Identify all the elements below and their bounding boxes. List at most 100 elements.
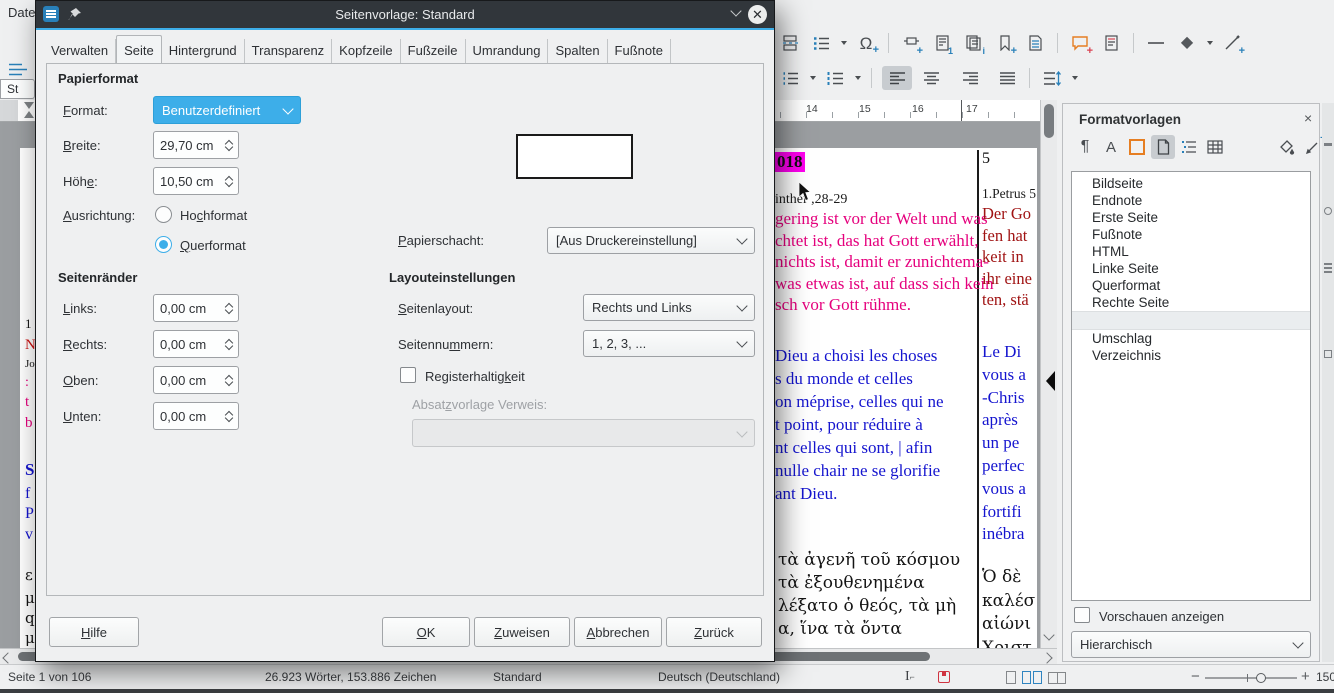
ruler-margin-marker[interactable] xyxy=(961,100,962,121)
single-page-view-icon[interactable] xyxy=(1006,671,1016,684)
format-select[interactable]: Benutzerdefiniert xyxy=(153,96,301,124)
align-left-icon[interactable] xyxy=(882,66,912,90)
zoom-out-icon[interactable]: − xyxy=(1191,668,1200,685)
links-input[interactable]: 0,00 cm xyxy=(153,294,239,322)
line-spacing-icon[interactable] xyxy=(1040,66,1064,90)
insert-field-icon[interactable] xyxy=(1023,31,1047,55)
book-view-icon[interactable] xyxy=(1048,672,1066,684)
dialog-titlebar[interactable]: Seitenvorlage: Standard ✕ xyxy=(36,1,774,28)
tab-spalten[interactable]: Spalten xyxy=(548,39,607,63)
special-character-icon[interactable]: Ω + xyxy=(854,31,878,55)
numbered-list-dropdown-arrow[interactable] xyxy=(855,76,861,80)
registerhaltigkeit-checkbox[interactable] xyxy=(400,367,416,383)
bullet-list-dropdown-arrow[interactable] xyxy=(810,76,816,80)
line-spacing-dropdown-arrow[interactable] xyxy=(1072,76,1078,80)
insert-comment-icon[interactable]: + xyxy=(1068,31,1092,55)
paragraph-styles-icon[interactable]: ¶ xyxy=(1073,135,1097,159)
style-item[interactable]: Querformat xyxy=(1072,277,1310,294)
sidebar-tab-icon[interactable] xyxy=(1324,207,1332,215)
justify-icon[interactable] xyxy=(995,66,1019,90)
tab-hintergrund[interactable]: Hintergrund xyxy=(162,39,245,63)
style-item[interactable]: Fußnote xyxy=(1072,226,1310,243)
freehand-line-icon[interactable]: + xyxy=(1220,31,1244,55)
unten-input[interactable]: 0,00 cm xyxy=(153,402,239,430)
paragraph-style-selector[interactable]: St xyxy=(0,79,35,99)
insert-bookmark-icon[interactable]: + xyxy=(992,31,1016,55)
tab-verwalten[interactable]: Verwalten xyxy=(44,39,116,63)
hoehe-input[interactable]: 10,50 cm xyxy=(153,167,239,195)
character-styles-icon[interactable]: A xyxy=(1099,135,1123,159)
tab-kopfzeile[interactable]: Kopfzeile xyxy=(332,39,400,63)
scroll-right-icon[interactable] xyxy=(1041,652,1052,663)
oben-input[interactable]: 0,00 cm xyxy=(153,366,239,394)
ok-button[interactable]: OK xyxy=(382,617,470,647)
panel-close-icon[interactable]: × xyxy=(1304,110,1312,126)
tab-fusszeile[interactable]: Fußzeile xyxy=(401,39,466,63)
page-styles-icon[interactable] xyxy=(1151,135,1175,159)
querformat-label[interactable]: Querformat xyxy=(180,238,246,253)
insert-footnote-icon[interactable]: 1 xyxy=(930,31,954,55)
bullet-list-icon[interactable] xyxy=(778,66,802,90)
sidebar-tab-icon[interactable] xyxy=(1324,350,1332,358)
style-item-selected[interactable] xyxy=(1072,311,1310,330)
style-item[interactable]: Verzeichnis xyxy=(1072,347,1310,364)
tab-transparenz[interactable]: Transparenz xyxy=(245,39,333,63)
table-styles-icon[interactable] xyxy=(1203,135,1227,159)
registerhaltigkeit-label[interactable]: Registerhaltigkeit xyxy=(425,369,525,384)
list-styles-dropdown-arrow[interactable] xyxy=(841,41,847,45)
fill-format-mode-icon[interactable] xyxy=(1275,135,1299,159)
statusbar-pagestyle[interactable]: Standard xyxy=(493,670,542,684)
multi-page-view-icon2[interactable] xyxy=(1033,671,1042,684)
list-styles-icon[interactable] xyxy=(809,31,833,55)
basic-shapes-icon[interactable]: ◆ xyxy=(1175,31,1199,55)
selection-mode-icon[interactable]: I⌐ xyxy=(905,669,915,685)
style-filter-select[interactable]: Hierarchisch xyxy=(1071,631,1311,658)
scroll-left-icon[interactable] xyxy=(2,652,13,663)
indent-marker-icon[interactable] xyxy=(24,102,34,109)
statusbar-language[interactable]: Deutsch (Deutschland) xyxy=(658,670,780,684)
tab-fussnote[interactable]: Fußnote xyxy=(608,39,671,63)
style-item[interactable]: Endnote xyxy=(1072,192,1310,209)
zoom-slider-track[interactable] xyxy=(1205,677,1297,679)
sidebar-tab-icon[interactable] xyxy=(1324,143,1332,146)
indent-marker-icon[interactable] xyxy=(24,111,34,118)
seitenlayout-select[interactable]: Rechts und Links xyxy=(583,294,755,321)
hochformat-radio[interactable] xyxy=(155,206,172,223)
tab-seite[interactable]: Seite xyxy=(116,35,162,63)
align-right-icon[interactable] xyxy=(958,66,982,90)
style-item[interactable]: Umschlag xyxy=(1072,330,1310,347)
abbrechen-button[interactable]: Abbrechen xyxy=(574,617,662,647)
list-styles-panel-icon[interactable] xyxy=(1177,135,1201,159)
show-previews-checkbox[interactable] xyxy=(1074,607,1090,623)
hilfe-button[interactable]: Hilfe xyxy=(49,617,139,647)
insert-endnote-icon[interactable]: i xyxy=(961,31,985,55)
dialog-close-icon[interactable]: ✕ xyxy=(748,5,767,24)
breite-input[interactable]: 29,70 cm xyxy=(153,131,239,159)
numbered-list-icon[interactable] xyxy=(823,66,847,90)
vertical-scrollbar-thumb[interactable] xyxy=(1044,104,1054,138)
style-item[interactable]: Rechte Seite xyxy=(1072,294,1310,311)
menu-item-datei[interactable]: Date xyxy=(8,5,35,20)
hochformat-label[interactable]: Hochformat xyxy=(180,208,247,223)
sidebar-collapse-icon[interactable] xyxy=(1046,371,1055,391)
page-break-icon[interactable] xyxy=(778,31,802,55)
tab-umrandung[interactable]: Umrandung xyxy=(466,39,549,63)
seitennummern-select[interactable]: 1, 2, 3, ... xyxy=(583,330,755,357)
style-item[interactable]: HTML xyxy=(1072,243,1310,260)
track-changes-icon[interactable] xyxy=(1099,31,1123,55)
zoom-percent[interactable]: 150 xyxy=(1316,670,1334,684)
statusbar-page[interactable]: Seite 1 von 106 xyxy=(8,670,91,684)
style-item[interactable]: Erste Seite xyxy=(1072,209,1310,226)
zoom-slider-handle[interactable] xyxy=(1256,673,1266,683)
align-center-icon[interactable] xyxy=(919,66,943,90)
sidebar-tab-icon[interactable] xyxy=(1324,263,1332,265)
zurueck-button[interactable]: Zurück xyxy=(666,617,762,647)
scroll-down-icon[interactable] xyxy=(1043,629,1054,640)
querformat-radio[interactable] xyxy=(155,236,172,253)
style-item[interactable]: Linke Seite xyxy=(1072,260,1310,277)
document-modified-icon[interactable] xyxy=(938,671,950,683)
style-item[interactable]: Bildseite xyxy=(1072,175,1310,192)
frame-styles-icon[interactable] xyxy=(1125,135,1149,159)
multi-page-view-icon[interactable] xyxy=(1022,671,1031,684)
insert-line-icon[interactable] xyxy=(1144,31,1168,55)
